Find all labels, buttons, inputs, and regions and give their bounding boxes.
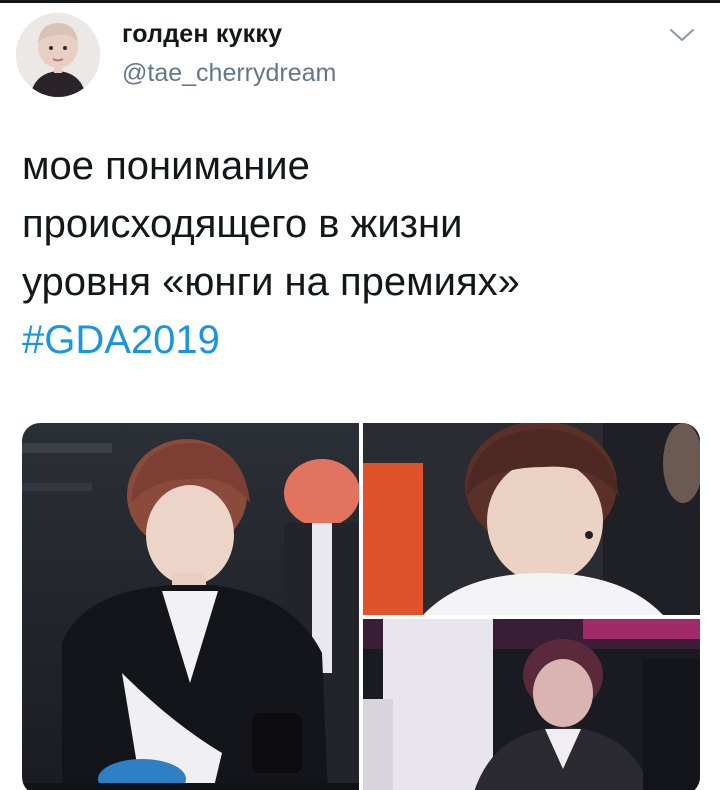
photo-left[interactable] [22,423,359,790]
tweet-text-line: уровня «юнги на премиях» [22,260,520,304]
media-grid [22,423,700,790]
tweet-text-line: мое понимание [22,144,310,188]
hashtag-link[interactable]: #GDA2019 [22,311,702,369]
tweet-text-line: происходящего в жизни [22,202,463,246]
author-name[interactable]: голден кукку [122,20,282,49]
tweet-text: мое понимание происходящего в жизни уров… [22,137,702,369]
avatar[interactable] [16,13,100,97]
photo-bottom-right[interactable] [363,619,700,790]
photo-top-right[interactable] [363,423,700,615]
author-handle[interactable]: @tae_cherrydream [122,59,336,88]
chevron-down-icon[interactable] [668,25,696,45]
tweet-card: голден кукку @tae_cherrydream мое понима… [0,0,720,790]
